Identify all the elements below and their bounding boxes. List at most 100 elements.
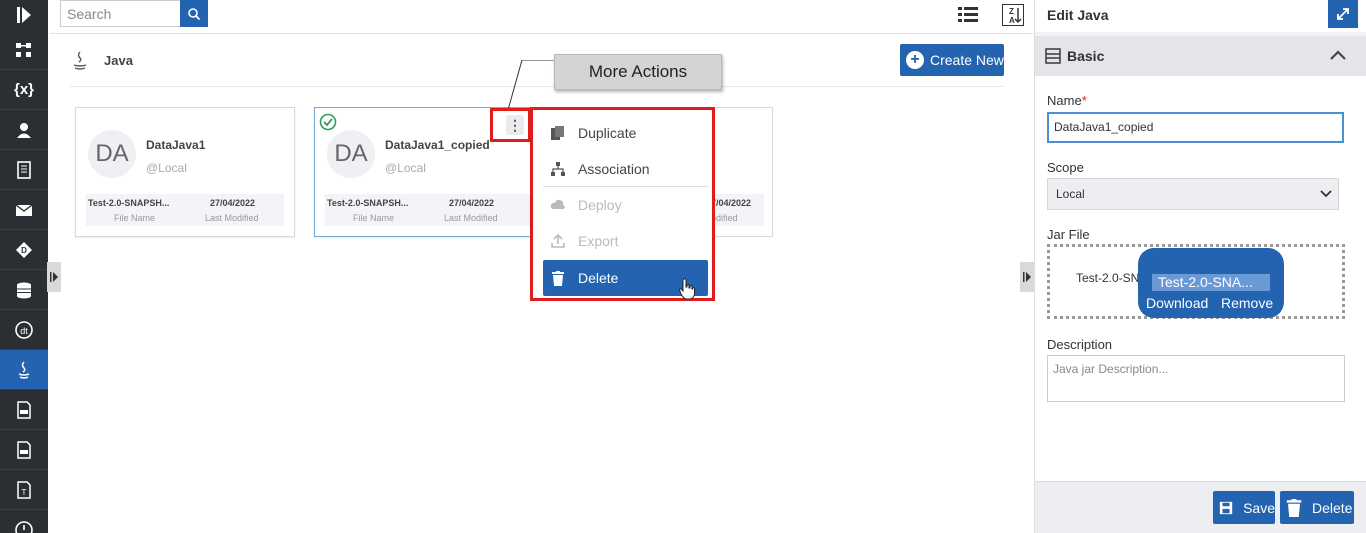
modified-label: Last Modified	[444, 213, 498, 223]
file-name-label: File Name	[353, 213, 395, 223]
page-title: Java	[104, 53, 133, 68]
svg-text:D: D	[21, 246, 27, 255]
scope-select[interactable]: Local	[1047, 178, 1339, 210]
sidebar-item-decisions[interactable]: D	[0, 230, 48, 270]
datatype-icon: dt	[15, 320, 33, 339]
expand-button[interactable]	[1328, 0, 1358, 28]
create-new-button[interactable]: + Create New	[900, 44, 1004, 76]
document-icon	[17, 160, 31, 179]
menu-item-export[interactable]: Export	[543, 224, 708, 258]
hand-cursor-icon	[679, 278, 695, 300]
template-icon: T	[17, 480, 31, 499]
description-label: Description	[1047, 337, 1113, 352]
sidebar-item-variables[interactable]: {x}	[0, 70, 48, 110]
css-file-icon	[17, 440, 31, 459]
workflow-icon	[16, 42, 31, 57]
topbar-divider	[50, 33, 1034, 34]
sidebar-item-java[interactable]	[0, 350, 48, 390]
java-card[interactable]: DA DataJava1 @Local Test-2.0-SNAPSH... 2…	[75, 107, 295, 237]
menu-item-label: Association	[578, 161, 650, 177]
remove-link[interactable]: Remove	[1221, 295, 1273, 311]
sidebar-item-datatypes[interactable]: dt	[0, 310, 48, 350]
list-view-icon[interactable]	[957, 4, 979, 26]
scope-label: Scope	[1047, 160, 1084, 175]
required-marker: *	[1081, 93, 1087, 108]
avatar: DA	[327, 130, 375, 178]
mail-icon	[15, 203, 33, 216]
sidebar-item-templates[interactable]: T	[0, 470, 48, 510]
callout-pointer	[508, 60, 554, 110]
check-circle-icon	[319, 113, 337, 131]
panel-header: Edit Java	[1035, 0, 1366, 32]
edit-panel: Edit Java Basic Name* DataJava1_copied S…	[1034, 0, 1366, 533]
scope-value: Local	[1056, 187, 1085, 201]
export-icon	[549, 232, 567, 250]
download-link[interactable]: Download	[1146, 295, 1208, 311]
search-button[interactable]	[180, 0, 208, 27]
card-scope: @Local	[146, 161, 187, 175]
plus-icon: +	[906, 51, 924, 69]
trash-icon	[549, 269, 567, 287]
save-button[interactable]: Save	[1213, 491, 1275, 524]
right-collapse-toggle[interactable]	[1020, 262, 1034, 292]
jar-file-popup: Test-2.0-SNA... Download Remove	[1138, 248, 1284, 318]
form-icon	[1045, 48, 1061, 64]
expand-icon	[1337, 8, 1349, 20]
sidebar-item-js-files[interactable]	[0, 390, 48, 430]
create-new-label: Create New	[930, 52, 1004, 68]
cloud-upload-icon	[549, 196, 567, 214]
panel-footer: Save Delete	[1035, 481, 1366, 533]
sidebar-item-workflows[interactable]	[0, 30, 48, 70]
delete-button[interactable]: Delete	[1280, 491, 1354, 524]
java-title-icon	[70, 50, 90, 72]
modified-label: Last Modified	[205, 213, 259, 223]
more-actions-highlight	[490, 108, 531, 142]
menu-item-association[interactable]: Association	[543, 152, 708, 186]
description-textarea[interactable]: Java jar Description...	[1047, 355, 1345, 402]
menu-item-label: Export	[578, 233, 619, 249]
js-file-icon	[17, 400, 31, 419]
jar-file-dropzone[interactable]: Test-2.0-SN Test-2.0-SNA... Download Rem…	[1047, 244, 1345, 319]
more-actions-menu: Duplicate Association Deploy Export Dele…	[530, 107, 715, 301]
menu-item-delete[interactable]: Delete	[543, 260, 708, 300]
sidebar-item-documents[interactable]	[0, 150, 48, 190]
modified-value: 27/04/2022	[210, 198, 256, 208]
sidebar-item-database[interactable]	[0, 270, 48, 310]
modified-value: 27/04/2022	[449, 198, 495, 208]
chevron-up-icon[interactable]	[1329, 48, 1347, 62]
left-collapse-toggle[interactable]	[47, 262, 61, 292]
sidebar-item-history[interactable]	[0, 510, 48, 533]
sidebar-item-mail[interactable]	[0, 190, 48, 230]
avatar: DA	[88, 130, 136, 178]
menu-item-label: Delete	[578, 270, 619, 286]
left-sidebar: {x} D dt T	[0, 0, 48, 533]
menu-divider	[543, 186, 708, 187]
basic-section-header[interactable]: Basic	[1035, 36, 1366, 76]
name-field[interactable]: DataJava1_copied	[1047, 112, 1344, 143]
collapse-arrow-icon	[50, 272, 58, 282]
panel-title: Edit Java	[1047, 7, 1109, 23]
chevron-down-icon	[1320, 190, 1332, 198]
sort-az-icon[interactable]: ZA	[1002, 4, 1024, 26]
clock-icon	[15, 520, 33, 533]
file-name-label: File Name	[114, 213, 156, 223]
decision-icon: D	[16, 241, 32, 258]
logo-icon[interactable]	[0, 0, 48, 30]
sidebar-item-css-files[interactable]	[0, 430, 48, 470]
user-icon	[17, 122, 31, 138]
section-title: Basic	[1067, 48, 1105, 64]
menu-item-duplicate[interactable]: Duplicate	[543, 116, 708, 150]
jar-file-name: Test-2.0-SN	[1076, 271, 1140, 285]
svg-text:T: T	[22, 488, 27, 497]
duplicate-icon	[549, 124, 567, 142]
sidebar-item-users[interactable]	[0, 110, 48, 150]
search-input[interactable]: Search	[60, 0, 180, 27]
menu-item-deploy[interactable]: Deploy	[543, 188, 708, 222]
variables-icon: {x}	[13, 81, 35, 98]
card-name: DataJava1	[146, 138, 206, 152]
card-scope: @Local	[385, 161, 426, 175]
delete-label: Delete	[1312, 499, 1353, 516]
search-icon	[188, 7, 201, 20]
name-label: Name*	[1047, 93, 1087, 108]
jar-file-label: Jar File	[1047, 227, 1090, 242]
